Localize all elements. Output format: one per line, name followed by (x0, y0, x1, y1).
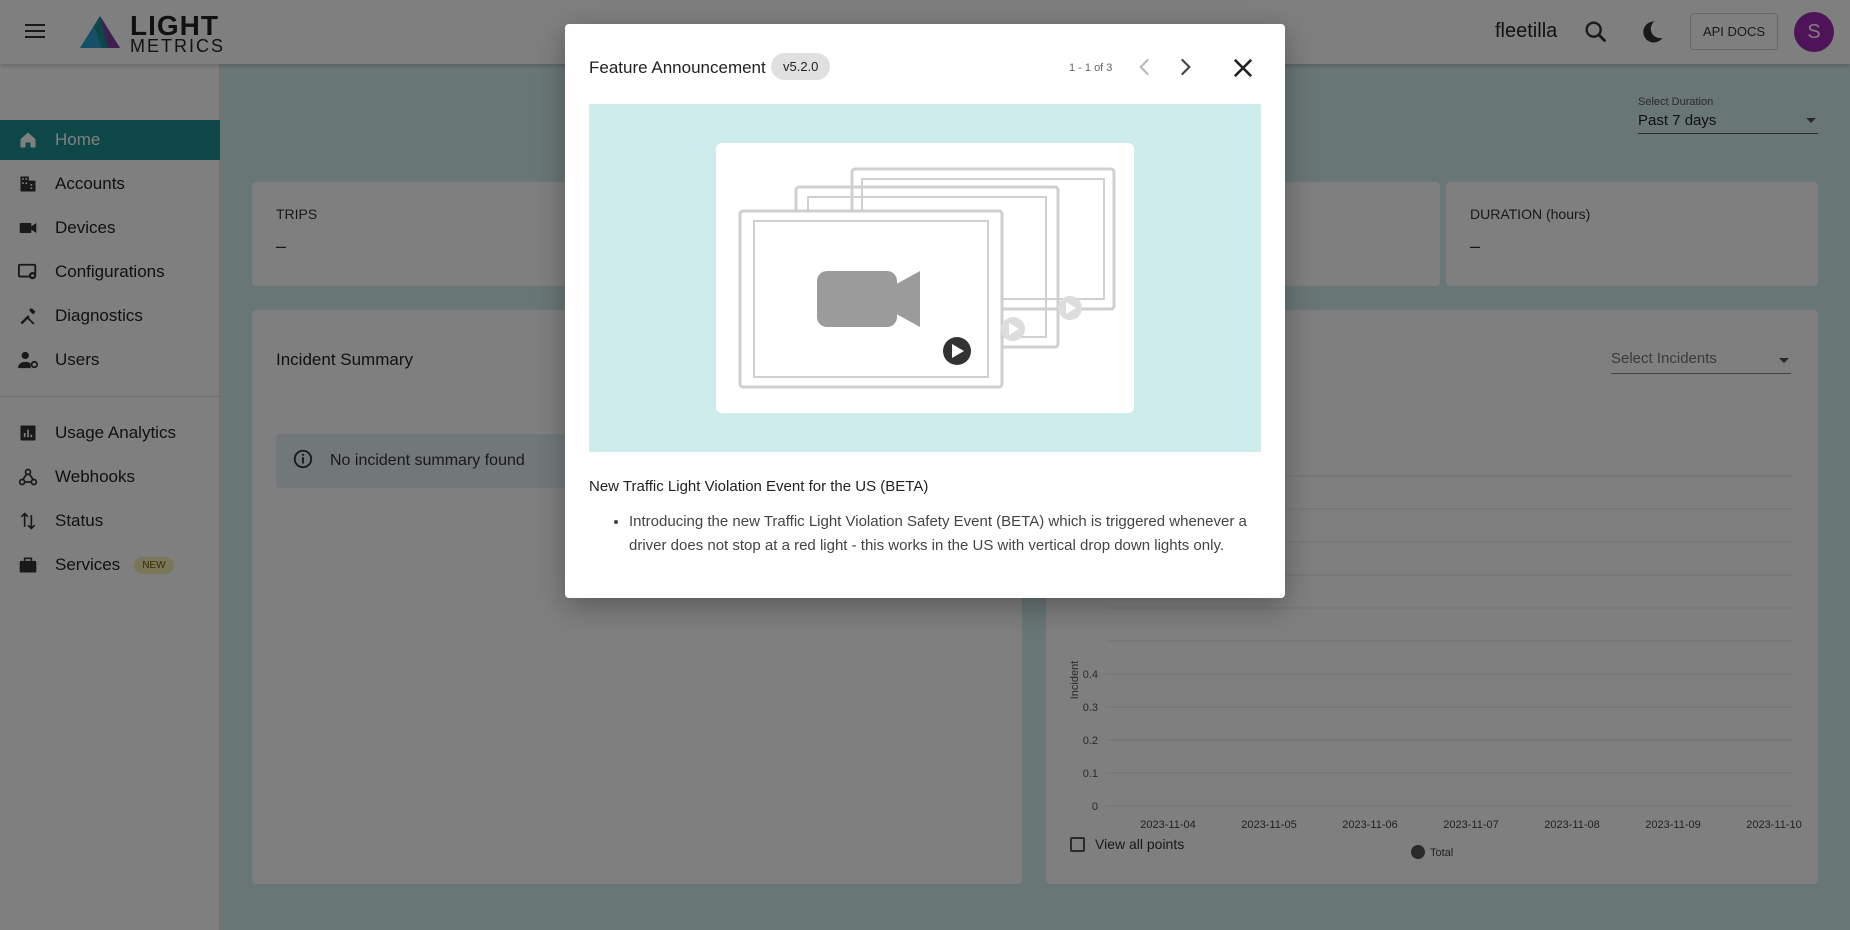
announcement-bullets: Introducing the new Traffic Light Violat… (605, 510, 1255, 558)
video-stack-illustration (716, 143, 1134, 413)
list-item: Introducing the new Traffic Light Violat… (629, 510, 1255, 558)
close-icon[interactable] (1229, 54, 1257, 82)
dialog-title: Feature Announcement (589, 58, 766, 77)
announcement-illustration (589, 104, 1261, 452)
pager-text: 1 - 1 of 3 (1069, 62, 1113, 74)
version-chip: v5.2.0 (771, 53, 831, 80)
feature-announcement-dialog: Feature Announcement v5.2.0 1 - 1 of 3 N… (565, 24, 1285, 598)
announcement-heading: New Traffic Light Violation Event for th… (589, 478, 929, 495)
chevron-left-icon[interactable] (1132, 54, 1158, 80)
chevron-right-icon[interactable] (1172, 54, 1198, 80)
